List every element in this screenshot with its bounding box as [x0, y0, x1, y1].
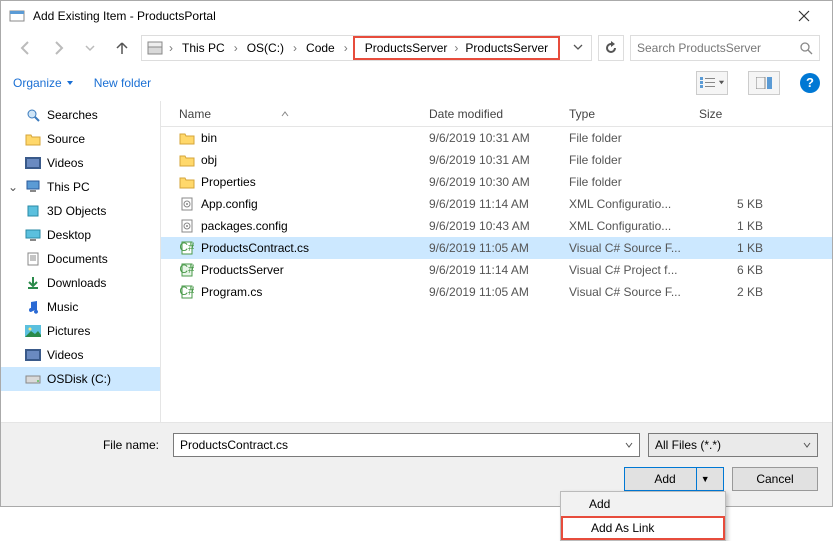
up-button[interactable]: [109, 35, 135, 61]
search-placeholder: Search ProductsServer: [637, 41, 799, 55]
chevron-down-icon: [66, 79, 74, 87]
forward-button[interactable]: [45, 35, 71, 61]
help-button[interactable]: ?: [800, 73, 820, 93]
file-row[interactable]: C#Program.cs9/6/2019 11:05 AMVisual C# S…: [161, 281, 832, 303]
chevron-right-icon: ›: [166, 41, 176, 55]
view-mode-button[interactable]: [696, 71, 728, 95]
tree-item[interactable]: Music: [1, 295, 160, 319]
app-icon: [9, 8, 25, 24]
chevron-right-icon: ›: [290, 41, 300, 55]
file-row[interactable]: Properties9/6/2019 10:30 AMFile folder: [161, 171, 832, 193]
desktop-icon: [25, 227, 41, 243]
videos-icon: [25, 347, 41, 363]
tree-item[interactable]: 3D Objects: [1, 199, 160, 223]
search-input[interactable]: Search ProductsServer: [630, 35, 820, 61]
documents-icon: [25, 251, 41, 267]
file-row[interactable]: bin9/6/2019 10:31 AMFile folder: [161, 127, 832, 149]
tree-item[interactable]: Desktop: [1, 223, 160, 247]
svg-text:C#: C#: [180, 241, 194, 254]
downloads-icon: [25, 275, 41, 291]
tree-item[interactable]: Source: [1, 127, 160, 151]
sort-asc-icon: [281, 110, 289, 118]
tree-item[interactable]: Pictures: [1, 319, 160, 343]
dropdown-add[interactable]: Add: [561, 492, 725, 516]
add-dropdown-menu: Add Add As Link: [560, 491, 726, 541]
chevron-right-icon: ›: [231, 41, 241, 55]
col-date[interactable]: Date modified: [421, 101, 561, 126]
folder-tree[interactable]: SearchesSourceVideos ⌄ This PC 3D Object…: [1, 101, 161, 422]
recent-dropdown[interactable]: [77, 35, 103, 61]
dropdown-add-as-link[interactable]: Add As Link: [561, 516, 725, 540]
pc-icon: [25, 179, 41, 195]
pictures-icon: [25, 323, 41, 339]
videos-icon: [25, 155, 41, 171]
svg-text:C#: C#: [180, 263, 194, 276]
breadcrumb-code[interactable]: Code: [302, 39, 339, 57]
config-icon: [179, 218, 195, 234]
music-icon: [25, 299, 41, 315]
add-dropdown-toggle[interactable]: ▼: [696, 468, 714, 490]
chevron-down-icon: [803, 441, 811, 449]
search-icon: [799, 41, 813, 55]
cancel-button[interactable]: Cancel: [732, 467, 818, 491]
breadcrumb-os[interactable]: OS(C:): [243, 39, 288, 57]
folder-icon: [179, 152, 195, 168]
column-headers[interactable]: Name Date modified Type Size: [161, 101, 832, 127]
drive-icon: [25, 371, 41, 387]
file-row[interactable]: C#ProductsContract.cs9/6/2019 11:05 AMVi…: [161, 237, 832, 259]
3d-icon: [25, 203, 41, 219]
breadcrumb[interactable]: › This PC › OS(C:) › Code › ProductsServ…: [141, 35, 592, 61]
chevron-right-icon: ›: [341, 41, 351, 55]
breadcrumb-highlight: ProductsServer › ProductsServer: [353, 36, 560, 60]
col-size[interactable]: Size: [691, 101, 771, 126]
config-icon: [179, 196, 195, 212]
breadcrumb-dropdown[interactable]: [569, 41, 587, 55]
file-row[interactable]: obj9/6/2019 10:31 AMFile folder: [161, 149, 832, 171]
col-type[interactable]: Type: [561, 101, 691, 126]
tree-item[interactable]: Documents: [1, 247, 160, 271]
chevron-down-icon[interactable]: [625, 441, 633, 449]
file-filter-select[interactable]: All Files (*.*): [648, 433, 818, 457]
folder-icon: [25, 131, 41, 147]
add-button[interactable]: Add ▼: [624, 467, 724, 491]
file-list[interactable]: bin9/6/2019 10:31 AMFile folderobj9/6/20…: [161, 127, 832, 422]
breadcrumb-ps2[interactable]: ProductsServer: [461, 39, 552, 57]
folder-icon: [179, 130, 195, 146]
breadcrumb-ps1[interactable]: ProductsServer: [361, 39, 452, 57]
cs-icon: C#: [179, 284, 195, 300]
file-row[interactable]: C#ProductsServer9/6/2019 11:14 AMVisual …: [161, 259, 832, 281]
preview-pane-button[interactable]: [748, 71, 780, 95]
tree-item[interactable]: OSDisk (C:): [1, 367, 160, 391]
filename-label: File name:: [15, 438, 165, 452]
chevron-right-icon: ›: [451, 41, 461, 55]
back-button[interactable]: [13, 35, 39, 61]
file-row[interactable]: App.config9/6/2019 11:14 AMXML Configura…: [161, 193, 832, 215]
new-folder-button[interactable]: New folder: [94, 76, 151, 90]
col-name[interactable]: Name: [161, 101, 421, 126]
cs-icon: C#: [179, 240, 195, 256]
close-button[interactable]: [784, 2, 824, 30]
refresh-button[interactable]: [598, 35, 624, 61]
window-title: Add Existing Item - ProductsPortal: [33, 9, 784, 23]
collapse-icon[interactable]: ⌄: [7, 180, 19, 194]
filename-input[interactable]: ProductsContract.cs: [173, 433, 640, 457]
tree-item[interactable]: Searches: [1, 103, 160, 127]
organize-menu[interactable]: Organize: [13, 76, 74, 90]
csproj-icon: C#: [179, 262, 195, 278]
search-icon: [25, 107, 41, 123]
tree-item[interactable]: Videos: [1, 151, 160, 175]
tree-item[interactable]: Downloads: [1, 271, 160, 295]
folder-icon: [179, 174, 195, 190]
file-row[interactable]: packages.config9/6/2019 10:43 AMXML Conf…: [161, 215, 832, 237]
breadcrumb-thispc[interactable]: This PC: [178, 39, 229, 57]
svg-text:C#: C#: [180, 285, 194, 298]
drive-icon: [146, 39, 164, 57]
tree-thispc[interactable]: ⌄ This PC: [1, 175, 160, 199]
tree-item[interactable]: Videos: [1, 343, 160, 367]
